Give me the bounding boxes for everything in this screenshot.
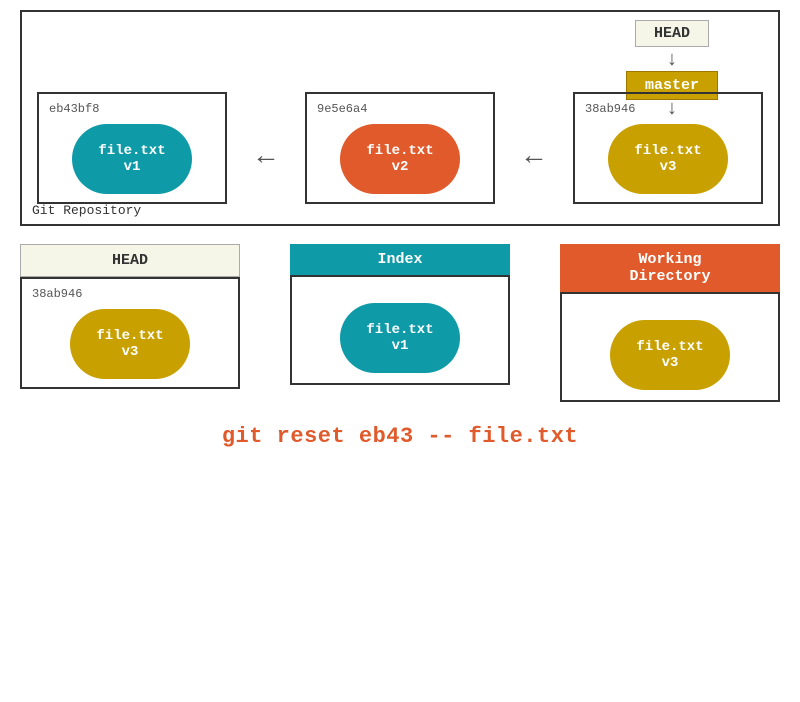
commit-hash-2: 9e5e6a4: [317, 102, 367, 116]
index-area-blob-line2: v1: [392, 338, 409, 354]
head-area-label: HEAD: [20, 244, 240, 277]
index-area: Index file.txt v1: [290, 244, 510, 385]
commit-blob-1-line1: file.txt: [98, 143, 165, 159]
working-dir-label: WorkingDirectory: [560, 244, 780, 292]
head-area-blob-line2: v3: [122, 344, 139, 360]
commit-blob-2: file.txt v2: [340, 124, 460, 194]
head-area-blob-line1: file.txt: [96, 328, 163, 344]
working-dir-inner: file.txt v3: [560, 292, 780, 402]
head-area-hash: 38ab946: [32, 287, 82, 301]
commit-blob-3-line2: v3: [660, 159, 677, 175]
git-repo-container: HEAD ↓ master ↓ eb43bf8 file.txt v1 ← 9e…: [20, 10, 780, 226]
commit-blob-1-line2: v1: [124, 159, 141, 175]
head-area-inner: 38ab946 file.txt v3: [20, 277, 240, 389]
working-dir-blob-line1: file.txt: [636, 339, 703, 355]
areas-row: HEAD 38ab946 file.txt v3 Index file.txt …: [20, 244, 780, 402]
commit-box-2: 9e5e6a4 file.txt v2: [305, 92, 495, 204]
head-label-repo: HEAD: [635, 20, 709, 47]
commit-blob-3: file.txt v3: [608, 124, 728, 194]
arrow-2-to-1: ←: [258, 142, 275, 173]
git-repo-label: Git Repository: [32, 203, 141, 218]
commit-box-3: 38ab946 file.txt v3: [573, 92, 763, 204]
index-area-inner: file.txt v1: [290, 275, 510, 385]
commit-blob-3-line1: file.txt: [634, 143, 701, 159]
commit-blob-2-line2: v2: [392, 159, 409, 175]
index-area-blob-line1: file.txt: [366, 322, 433, 338]
working-dir-area: WorkingDirectory file.txt v3: [560, 244, 780, 402]
working-dir-blob-line2: v3: [662, 355, 679, 371]
head-area: HEAD 38ab946 file.txt v3: [20, 244, 240, 389]
commit-hash-3: 38ab946: [585, 102, 635, 116]
index-area-label: Index: [290, 244, 510, 275]
commit-blob-2-line1: file.txt: [366, 143, 433, 159]
bottom-section: HEAD 38ab946 file.txt v3 Index file.txt …: [20, 244, 780, 449]
arrow-3-to-2: ←: [526, 142, 543, 173]
head-to-master-arrow: ↓: [666, 51, 678, 71]
commits-row: eb43bf8 file.txt v1 ← 9e5e6a4 file.txt v…: [37, 92, 763, 204]
index-area-blob: file.txt v1: [340, 303, 460, 373]
git-command: git reset eb43 -- file.txt: [222, 424, 578, 449]
commit-box-1: eb43bf8 file.txt v1: [37, 92, 227, 204]
working-dir-blob: file.txt v3: [610, 320, 730, 390]
commit-hash-1: eb43bf8: [49, 102, 99, 116]
head-area-blob: file.txt v3: [70, 309, 190, 379]
commit-blob-1: file.txt v1: [72, 124, 192, 194]
